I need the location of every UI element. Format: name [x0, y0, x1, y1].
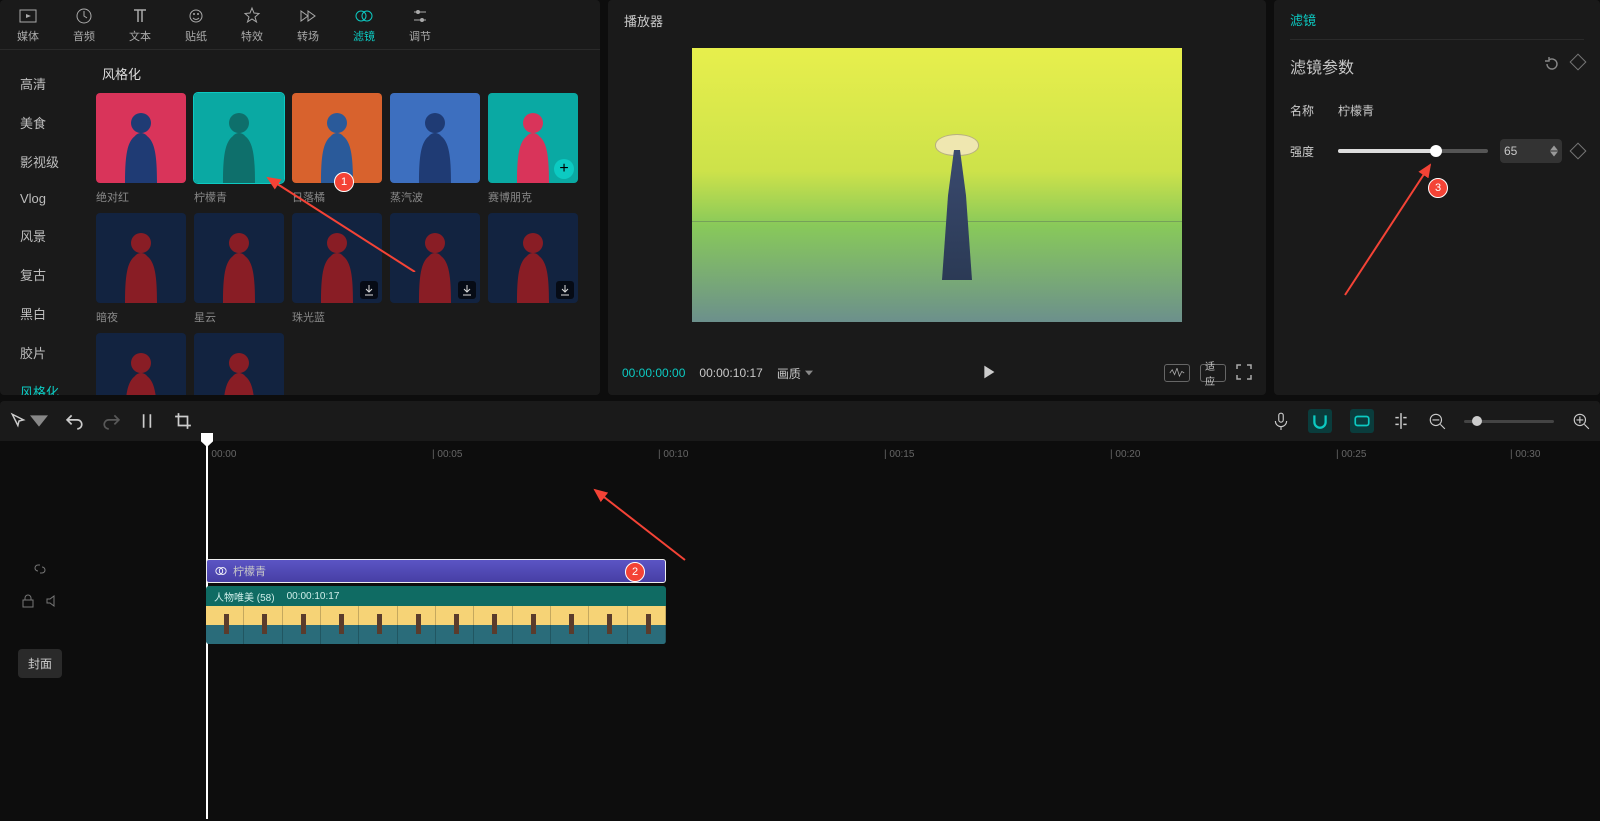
download-icon[interactable]	[360, 281, 378, 299]
play-button[interactable]	[977, 361, 999, 386]
category-4[interactable]: 风景	[0, 216, 90, 255]
filter-thumb-4[interactable]: +	[488, 93, 578, 183]
align-icon[interactable]	[1392, 412, 1410, 430]
tab-5[interactable]: 转场	[280, 0, 336, 49]
filter-thumb-3[interactable]	[390, 93, 480, 183]
keyframe-icon[interactable]	[1570, 53, 1587, 70]
add-icon[interactable]: +	[554, 159, 574, 179]
ruler-tick: | 00:10	[658, 449, 688, 460]
filter-label: 星云	[194, 303, 284, 325]
filter-thumb-9[interactable]	[488, 213, 578, 303]
lock-icon[interactable]	[21, 594, 35, 613]
section-title: 风格化	[96, 60, 594, 93]
split-icon[interactable]	[138, 412, 156, 430]
tab-4[interactable]: 特效	[224, 0, 280, 49]
category-3[interactable]: Vlog	[0, 181, 90, 216]
preview-area[interactable]	[608, 40, 1266, 351]
magnet-main-icon[interactable]	[1308, 409, 1332, 433]
player-title: 播放器	[608, 0, 1266, 40]
filter-thumb-0[interactable]	[96, 93, 186, 183]
player-duration: 00:00:10:17	[699, 366, 762, 380]
tab-1[interactable]: 音频	[56, 0, 112, 49]
quality-select[interactable]: 画质	[777, 365, 813, 382]
filter-thumb-11[interactable]	[194, 333, 284, 395]
fullscreen-icon[interactable]	[1236, 364, 1252, 383]
link-icon[interactable]	[32, 561, 48, 582]
magnet-track-icon[interactable]	[1350, 409, 1374, 433]
ruler-tick: | 00:20	[1110, 449, 1140, 460]
filter-thumb-5[interactable]	[96, 213, 186, 303]
tab-6[interactable]: 滤镜	[336, 0, 392, 49]
mic-icon[interactable]	[1272, 412, 1290, 430]
category-7[interactable]: 胶片	[0, 333, 90, 372]
tab-7[interactable]: 调节	[392, 0, 448, 49]
filter-label	[488, 303, 578, 309]
annotation-3: 3	[1428, 178, 1448, 198]
redo-icon[interactable]	[102, 412, 120, 430]
waveform-icon[interactable]	[1164, 364, 1190, 382]
cover-button[interactable]: 封面	[18, 649, 62, 678]
download-icon[interactable]	[556, 281, 574, 299]
category-8[interactable]: 风格化	[0, 372, 90, 395]
undo-icon[interactable]	[66, 412, 84, 430]
reset-icon[interactable]	[1544, 56, 1560, 77]
filter-name-value: 柠檬青	[1338, 102, 1374, 119]
inspector-tab[interactable]: 滤镜	[1290, 0, 1584, 40]
filter-label	[390, 303, 480, 309]
player-position: 00:00:00:00	[622, 366, 685, 380]
download-icon[interactable]	[458, 281, 476, 299]
strength-input[interactable]: 65	[1500, 139, 1562, 163]
cursor-tool[interactable]	[10, 412, 48, 430]
mute-icon[interactable]	[45, 594, 59, 613]
filter-thumb-10[interactable]	[96, 333, 186, 395]
category-1[interactable]: 美食	[0, 103, 90, 142]
filter-label: 赛博朋克	[488, 183, 578, 205]
annotation-2: 2	[625, 562, 645, 582]
ruler-tick: | 00:05	[432, 449, 462, 460]
category-0[interactable]: 高清	[0, 64, 90, 103]
tab-2[interactable]: 文本	[112, 0, 168, 49]
crop-icon[interactable]	[174, 412, 192, 430]
filter-label: 珠光蓝	[292, 303, 382, 325]
category-6[interactable]: 黑白	[0, 294, 90, 333]
ruler-tick: | 00:15	[884, 449, 914, 460]
tab-0[interactable]: 媒体	[0, 0, 56, 49]
ruler-tick: | 00:30	[1510, 449, 1540, 460]
annotation-1: 1	[334, 172, 354, 192]
strength-label: 强度	[1290, 143, 1338, 160]
filter-label: 暗夜	[96, 303, 186, 325]
name-label: 名称	[1290, 102, 1338, 119]
zoom-slider[interactable]	[1464, 420, 1554, 423]
filter-thumb-2[interactable]	[292, 93, 382, 183]
zoom-in-icon[interactable]	[1572, 412, 1590, 430]
strength-keyframe-icon[interactable]	[1570, 143, 1587, 160]
inspector-header: 滤镜参数	[1290, 54, 1354, 78]
zoom-out-icon[interactable]	[1428, 412, 1446, 430]
tab-3[interactable]: 贴纸	[168, 0, 224, 49]
fit-button[interactable]: 适应	[1200, 364, 1226, 382]
ruler-tick: | 00:00	[206, 449, 236, 460]
filter-thumb-1[interactable]	[194, 93, 284, 183]
filter-label: 绝对红	[96, 183, 186, 205]
ruler-tick: | 00:25	[1336, 449, 1366, 460]
strength-slider[interactable]	[1338, 149, 1488, 153]
video-clip[interactable]: 人物唯美 (58) 00:00:10:17	[206, 586, 666, 610]
category-5[interactable]: 复古	[0, 255, 90, 294]
category-2[interactable]: 影视级	[0, 142, 90, 181]
